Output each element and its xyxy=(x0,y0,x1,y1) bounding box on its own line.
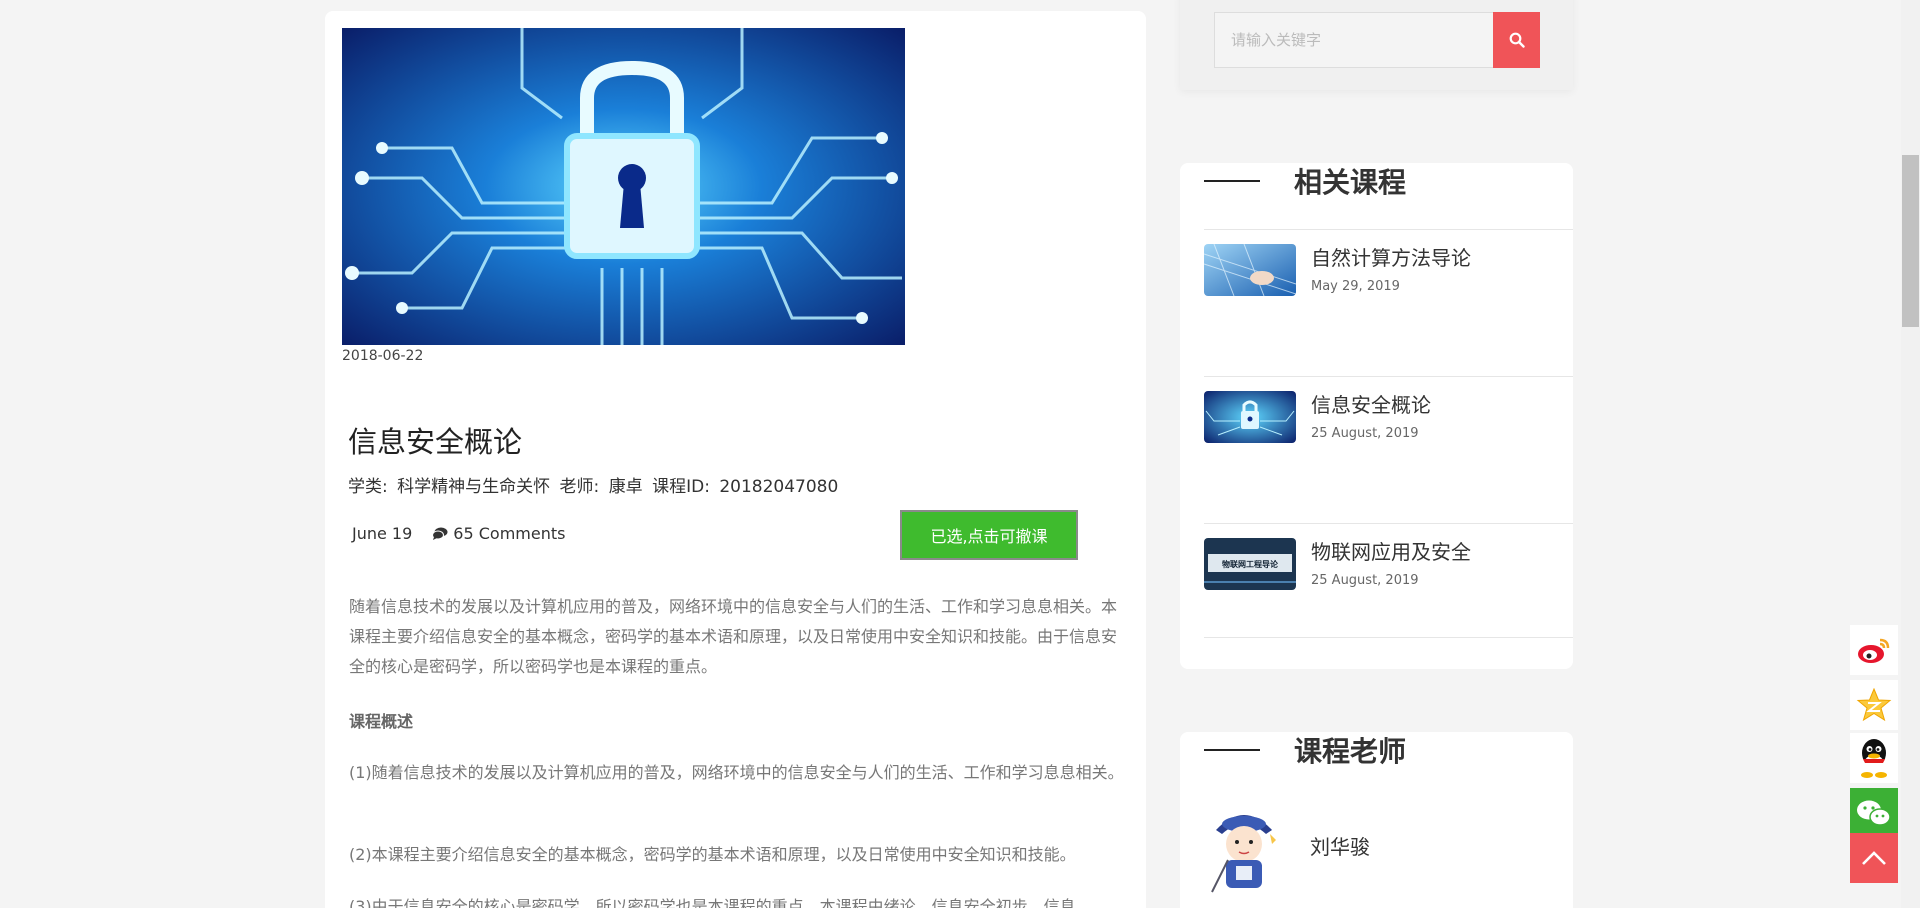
qzone-share-button[interactable] xyxy=(1850,680,1898,730)
scrollbar-thumb[interactable] xyxy=(1902,155,1919,327)
qzone-icon xyxy=(1856,688,1892,722)
related-course-title[interactable]: 物联网应用及安全 xyxy=(1311,536,1471,565)
publish-date: 2018-06-22 xyxy=(342,348,424,364)
related-course-date: May 29, 2019 xyxy=(1311,279,1400,294)
search-input[interactable] xyxy=(1214,12,1494,68)
comments-count: 65 Comments xyxy=(453,524,566,543)
related-course-date: 25 August, 2019 xyxy=(1311,426,1419,441)
teacher-header: 课程老师 xyxy=(1204,732,1406,768)
comment-icon xyxy=(432,527,448,540)
related-course-item[interactable]: 物联网工程导论 物联网应用及安全 25 August, 2019 xyxy=(1204,523,1573,670)
course-intro: 随着信息技术的发展以及计算机应用的普及，网络环境中的信息安全与人们的生活、工作和… xyxy=(349,597,1118,676)
teacher-label: 老师: xyxy=(559,477,600,497)
search-icon xyxy=(1509,32,1525,48)
course-cover-image xyxy=(342,28,905,345)
teacher-avatar[interactable] xyxy=(1204,800,1284,896)
course-id-value: 20182047080 xyxy=(719,477,839,497)
qq-share-button[interactable] xyxy=(1850,733,1898,783)
overview-heading: 课程概述 xyxy=(349,712,414,731)
related-course-title[interactable]: 信息安全概论 xyxy=(1311,389,1431,418)
course-article-card: 2018-06-22 信息安全概论 学类: 科学精神与生命关怀 老师: 康卓 课… xyxy=(325,11,1146,908)
withdraw-course-button[interactable]: 已选,点击可撤课 xyxy=(900,510,1078,560)
qq-icon xyxy=(1861,739,1887,778)
thumbnail-text: 物联网工程导论 xyxy=(1222,559,1279,569)
post-info: June 19 65 Comments xyxy=(352,524,565,543)
list-divider xyxy=(1204,637,1573,638)
search-button[interactable] xyxy=(1493,12,1540,68)
page-scrollbar[interactable] xyxy=(1901,0,1920,908)
wechat-share-button[interactable] xyxy=(1850,788,1898,838)
back-to-top-button[interactable] xyxy=(1850,833,1898,883)
search-widget xyxy=(1180,0,1573,90)
related-course-title[interactable]: 自然计算方法导论 xyxy=(1311,242,1471,271)
category-value: 科学精神与生命关怀 xyxy=(397,477,551,497)
weibo-share-button[interactable] xyxy=(1850,625,1898,675)
back-to-top-icon xyxy=(1862,851,1886,865)
related-course-item[interactable]: 信息安全概论 25 August, 2019 xyxy=(1204,376,1573,523)
weibo-icon xyxy=(1858,638,1890,663)
comments-link[interactable]: 65 Comments xyxy=(432,524,565,543)
teacher-name[interactable]: 刘华骏 xyxy=(1310,831,1370,860)
course-title: 信息安全概论 xyxy=(348,425,523,459)
related-courses-header: 相关课程 xyxy=(1204,163,1406,199)
title-dash xyxy=(1204,749,1260,751)
course-thumbnail[interactable] xyxy=(1204,244,1296,296)
teacher-value: 康卓 xyxy=(608,477,643,497)
category-label: 学类: xyxy=(348,477,388,497)
wechat-icon xyxy=(1857,800,1891,826)
overview-point: (3)由于信息安全的核心是密码学，所以密码学也是本课程的重点。本课程由绪论、信息… xyxy=(349,897,1076,908)
course-teacher-widget: 课程老师 刘华骏 xyxy=(1180,732,1573,908)
overview-point: (2)本课程主要介绍信息安全的基本概念，密码学的基本术语和原理，以及日常使用中安… xyxy=(349,845,1076,864)
course-meta: 学类: 科学精神与生命关怀 老师: 康卓 课程ID: 20182047080 xyxy=(348,472,842,497)
title-dash xyxy=(1204,180,1260,182)
related-courses-title: 相关课程 xyxy=(1294,166,1407,199)
course-thumbnail[interactable] xyxy=(1204,391,1296,443)
post-date: June 19 xyxy=(352,524,413,543)
related-course-date: 25 August, 2019 xyxy=(1311,573,1419,588)
related-course-item[interactable]: 自然计算方法导论 May 29, 2019 xyxy=(1204,229,1573,376)
overview-point: (1)随着信息技术的发展以及计算机应用的普及，网络环境中的信息安全与人们的生活、… xyxy=(349,763,1124,782)
related-courses-widget: 相关课程 自然计算方法导论 May 29, 2019 信息安全概论 25 Aug… xyxy=(1180,163,1573,669)
teacher-section-title: 课程老师 xyxy=(1294,735,1407,768)
course-id-label: 课程ID: xyxy=(652,477,710,497)
course-thumbnail[interactable]: 物联网工程导论 xyxy=(1204,538,1296,590)
